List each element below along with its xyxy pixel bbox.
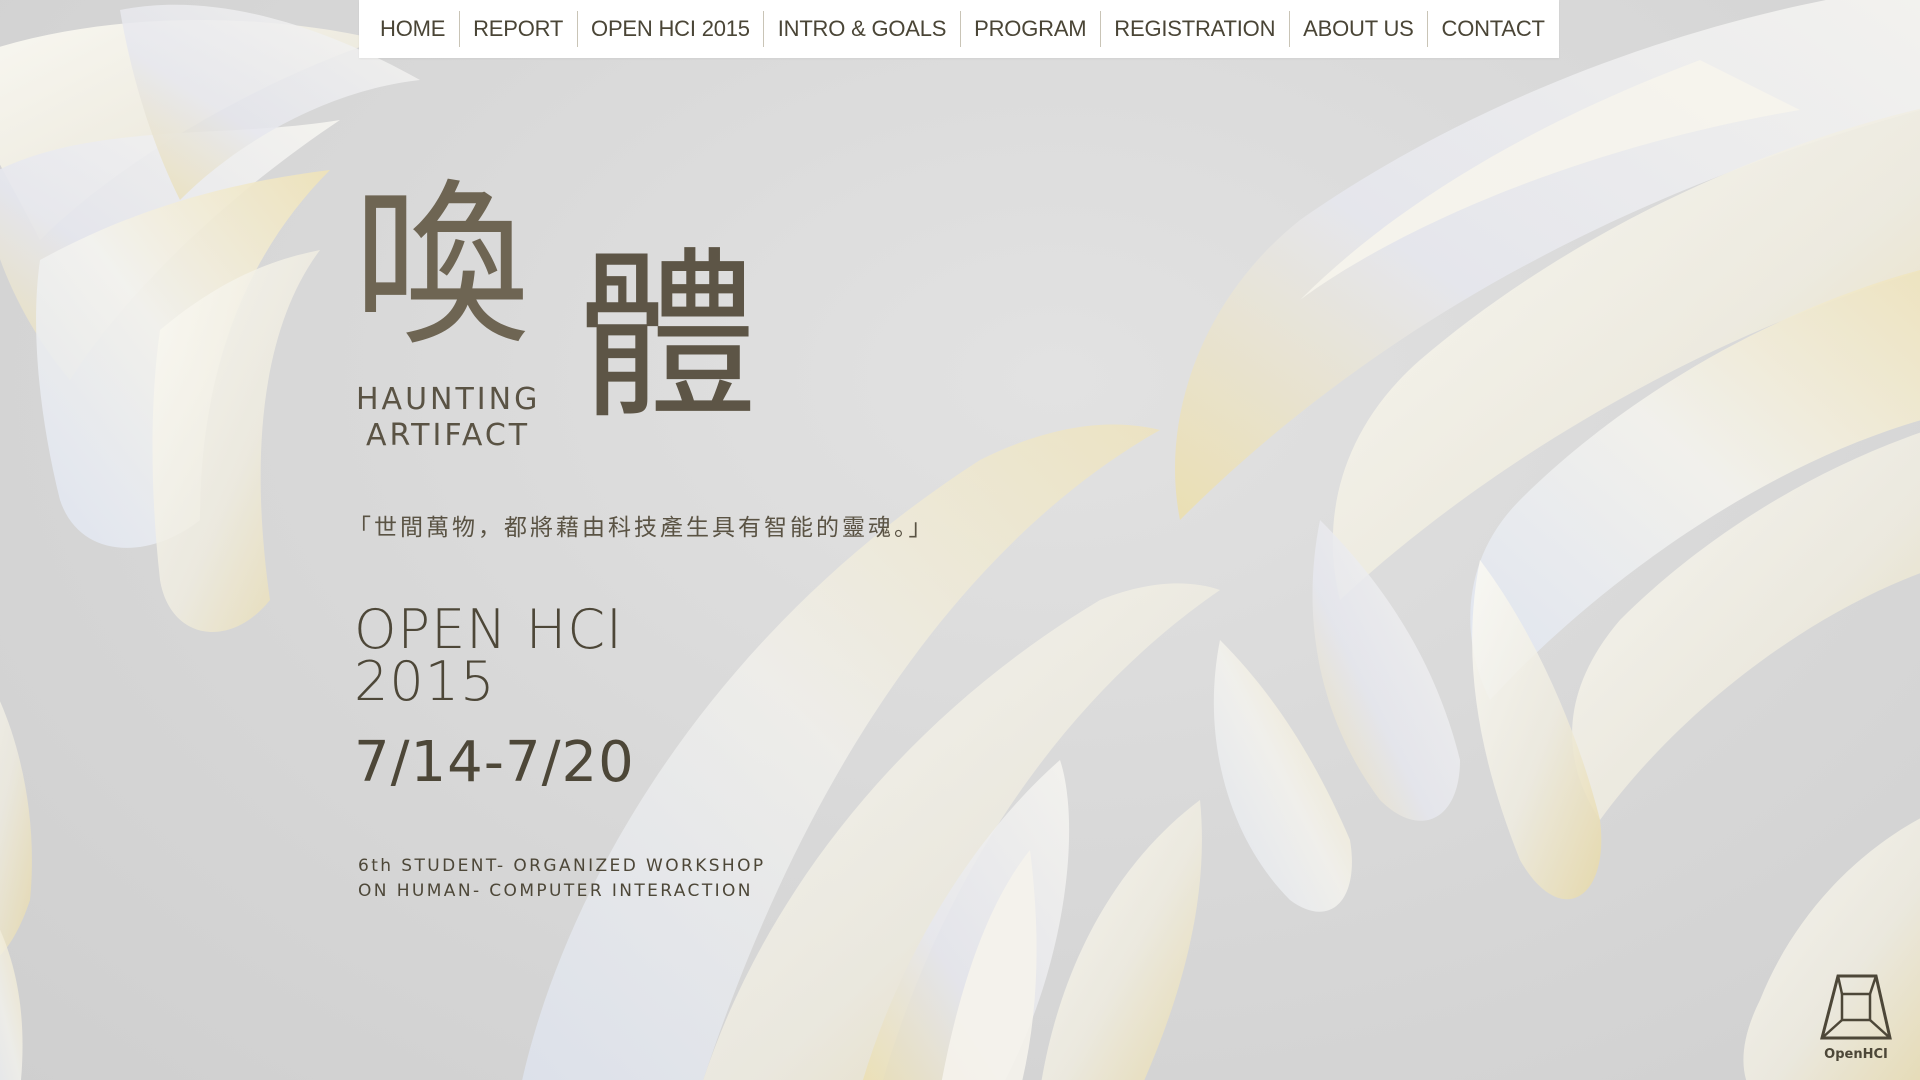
- nav-report[interactable]: REPORT: [473, 16, 563, 42]
- logo-text-artifact: ARTIFACT: [366, 418, 531, 453]
- nav-registration[interactable]: REGISTRATION: [1114, 16, 1275, 42]
- event-title-line-1: OPEN HCI: [354, 598, 623, 661]
- background-artwork: [0, 0, 1920, 1080]
- event-tagline: 6th STUDENT- ORGANIZED WORKSHOP ON HUMAN…: [358, 854, 766, 904]
- hero-quote: 「世間萬物，都將藉由科技產生具有智能的靈魂。」: [348, 515, 935, 541]
- nav-divider: [1427, 11, 1429, 47]
- top-navigation: HOME REPORT OPEN HCI 2015 INTRO & GOALS …: [359, 0, 1559, 58]
- event-dates: 7/14-7/20: [354, 730, 635, 795]
- nav-home[interactable]: HOME: [380, 16, 445, 42]
- nav-divider: [576, 11, 578, 47]
- haunting-artifact-logo: 喚 體 HAUNTING ARTIFACT: [352, 178, 772, 458]
- nav-divider: [458, 11, 460, 47]
- logo-text-haunting: HAUNTING: [356, 382, 541, 417]
- event-title-line-2: 2015: [354, 650, 496, 713]
- logo-character-ti: 體: [576, 231, 758, 443]
- logo-character-huan: 喚: [352, 163, 530, 370]
- nav-about-us[interactable]: ABOUT US: [1303, 16, 1414, 42]
- corner-logo-label: OpenHCI: [1824, 1047, 1888, 1062]
- nav-intro-goals[interactable]: INTRO & GOALS: [778, 16, 947, 42]
- openhci-corner-logo[interactable]: OpenHCI: [1816, 974, 1896, 1066]
- event-title: OPEN HCI 2015: [354, 598, 623, 713]
- petal-illustration: [0, 0, 1920, 1080]
- tagline-line-1: 6th STUDENT- ORGANIZED WORKSHOP: [358, 856, 766, 876]
- nav-divider: [959, 11, 961, 47]
- nav-divider: [763, 11, 765, 47]
- nav-divider: [1099, 11, 1101, 47]
- nav-open-hci-2015[interactable]: OPEN HCI 2015: [591, 16, 750, 42]
- nav-divider: [1288, 11, 1290, 47]
- tagline-line-2: ON HUMAN- COMPUTER INTERACTION: [358, 881, 753, 901]
- nav-program[interactable]: PROGRAM: [974, 16, 1086, 42]
- cube-frame-icon: [1820, 974, 1892, 1040]
- nav-contact[interactable]: CONTACT: [1442, 16, 1545, 42]
